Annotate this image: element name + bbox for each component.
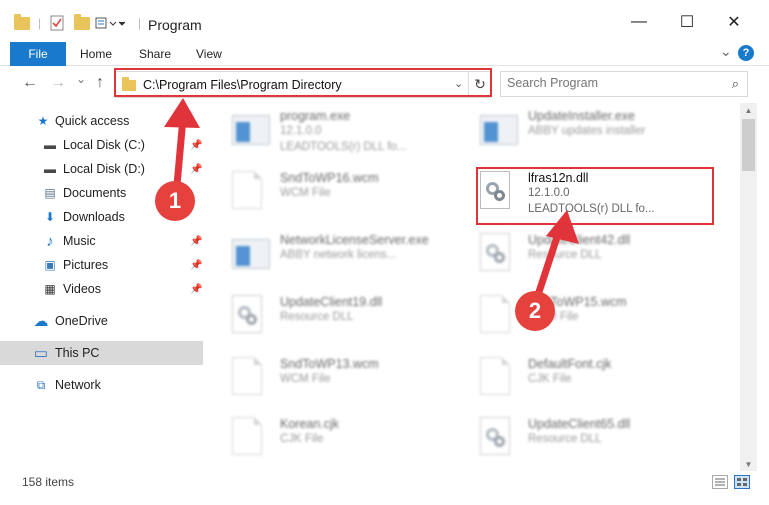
annotation-arrows xyxy=(164,98,579,299)
step-badge-2: 2 xyxy=(515,291,555,331)
step-badge-1: 1 xyxy=(155,181,195,221)
